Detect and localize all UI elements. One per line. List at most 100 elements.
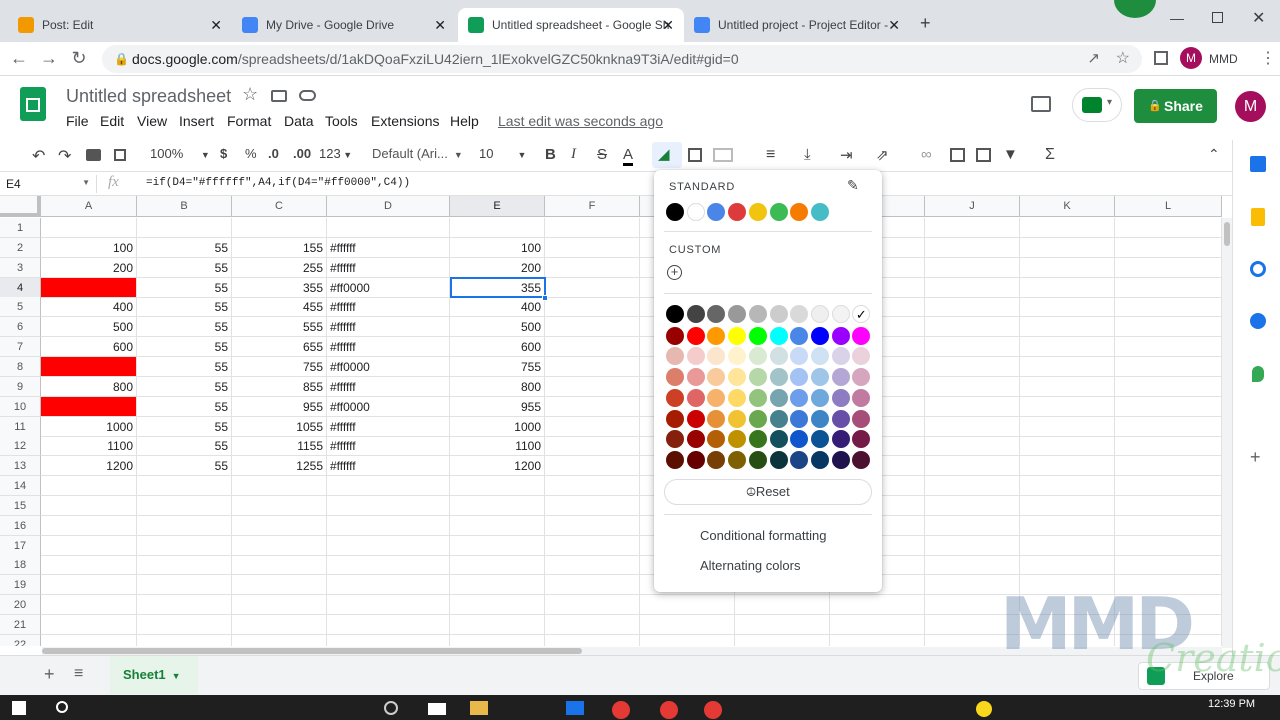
standard-color-swatch[interactable] xyxy=(790,203,809,221)
palette-color-swatch[interactable] xyxy=(769,450,788,469)
cell[interactable] xyxy=(137,575,232,596)
row-header[interactable]: 3 xyxy=(0,257,41,278)
cell[interactable] xyxy=(545,456,640,477)
minimize-icon[interactable]: — xyxy=(1170,10,1184,26)
cell[interactable]: 555 xyxy=(232,317,327,338)
cell[interactable] xyxy=(735,615,830,635)
palette-color-swatch[interactable] xyxy=(831,368,850,387)
cell[interactable]: 1100 xyxy=(450,436,545,457)
cell[interactable] xyxy=(545,615,640,635)
cell[interactable] xyxy=(327,615,450,635)
cell[interactable] xyxy=(545,277,640,298)
menu-data[interactable]: Data xyxy=(284,113,314,129)
cell[interactable] xyxy=(1115,476,1222,497)
spreadsheet-grid[interactable]: ABCDEFGHIJKL1210055155#ffffff10032005525… xyxy=(0,196,1222,646)
palette-color-swatch[interactable] xyxy=(852,326,871,345)
cell[interactable] xyxy=(41,595,137,616)
palette-color-swatch[interactable] xyxy=(748,450,767,469)
cell[interactable] xyxy=(545,257,640,278)
filter-icon[interactable]: ▼ xyxy=(1003,146,1018,163)
palette-color-swatch[interactable] xyxy=(686,450,705,469)
cell[interactable]: 100 xyxy=(41,237,137,258)
name-box[interactable]: E4 ▼ xyxy=(6,177,92,191)
column-header-k[interactable]: K xyxy=(1020,196,1115,217)
cell[interactable] xyxy=(925,436,1020,457)
cell[interactable] xyxy=(1115,456,1222,477)
comments-icon[interactable] xyxy=(1031,96,1051,112)
undo-icon[interactable]: ↶ xyxy=(32,146,45,166)
column-header-e[interactable]: E xyxy=(450,196,545,217)
insert-comment-icon[interactable] xyxy=(950,148,965,162)
cell[interactable] xyxy=(545,595,640,616)
strikethrough-button[interactable]: S xyxy=(597,146,607,163)
cell[interactable]: 355 xyxy=(450,277,545,298)
weather-icon[interactable] xyxy=(976,701,992,717)
cell[interactable] xyxy=(137,634,232,646)
palette-color-swatch[interactable] xyxy=(769,409,788,428)
windows-start-icon[interactable] xyxy=(12,701,26,715)
contacts-icon[interactable] xyxy=(1250,313,1266,329)
cell[interactable] xyxy=(1115,555,1222,576)
cell[interactable] xyxy=(450,595,545,616)
chrome-taskbar-icon-1[interactable] xyxy=(612,701,630,719)
cell[interactable] xyxy=(137,515,232,536)
palette-color-swatch[interactable] xyxy=(686,305,705,323)
palette-color-swatch[interactable] xyxy=(810,388,829,407)
palette-color-swatch[interactable] xyxy=(810,347,829,366)
taskbar-search-icon[interactable] xyxy=(56,701,68,713)
palette-color-swatch[interactable] xyxy=(728,305,747,323)
cell[interactable] xyxy=(545,575,640,596)
row-header[interactable]: 5 xyxy=(0,297,41,318)
palette-color-swatch[interactable] xyxy=(769,347,788,366)
cell[interactable] xyxy=(925,277,1020,298)
palette-color-swatch[interactable] xyxy=(707,305,726,323)
row-header[interactable]: 12 xyxy=(0,436,41,457)
cell[interactable]: 1000 xyxy=(41,416,137,437)
cell[interactable] xyxy=(232,515,327,536)
star-icon[interactable]: ☆ xyxy=(242,84,258,105)
row-header[interactable]: 6 xyxy=(0,317,41,338)
formula-input[interactable]: =if(D4="#ffffff",A4,if(D4="#ff0000",C4)) xyxy=(146,177,410,189)
cell[interactable]: 500 xyxy=(450,317,545,338)
palette-color-swatch[interactable] xyxy=(748,368,767,387)
palette-color-swatch[interactable] xyxy=(769,305,788,323)
cell[interactable] xyxy=(545,555,640,576)
palette-color-swatch[interactable] xyxy=(748,326,767,345)
insert-chart-icon[interactable] xyxy=(976,148,991,162)
palette-color-swatch[interactable] xyxy=(666,368,684,387)
cell[interactable]: 1255 xyxy=(232,456,327,477)
palette-color-swatch[interactable] xyxy=(810,409,829,428)
palette-color-swatch[interactable] xyxy=(748,305,767,323)
cell[interactable] xyxy=(1020,515,1115,536)
text-wrap-icon[interactable]: ⇥ xyxy=(840,146,853,164)
merge-cells-icon[interactable] xyxy=(713,148,733,162)
cell[interactable] xyxy=(830,615,925,635)
all-sheets-icon[interactable]: ≡ xyxy=(74,665,83,683)
cell[interactable]: 55 xyxy=(137,317,232,338)
cell[interactable]: #ffffff xyxy=(327,416,450,437)
row-header[interactable]: 22 xyxy=(0,634,41,646)
palette-color-swatch[interactable] xyxy=(852,347,871,366)
cell[interactable] xyxy=(925,535,1020,556)
palette-color-swatch[interactable] xyxy=(831,347,850,366)
cell[interactable] xyxy=(41,615,137,635)
palette-color-swatch[interactable] xyxy=(769,326,788,345)
palette-color-swatch[interactable] xyxy=(728,347,747,366)
cell[interactable] xyxy=(830,634,925,646)
sheets-logo-icon[interactable] xyxy=(20,87,46,121)
palette-color-swatch[interactable] xyxy=(666,347,684,366)
row-header[interactable]: 16 xyxy=(0,515,41,536)
bold-button[interactable]: B xyxy=(545,146,556,163)
select-all-corner[interactable] xyxy=(0,196,41,217)
cell[interactable]: 600 xyxy=(450,337,545,358)
cell[interactable] xyxy=(41,575,137,596)
text-color-button[interactable]: A xyxy=(623,146,634,166)
column-header-l[interactable]: L xyxy=(1115,196,1222,217)
share-button[interactable]: 🔒 Share xyxy=(1134,89,1217,123)
palette-color-swatch[interactable] xyxy=(831,388,850,407)
row-header[interactable]: 9 xyxy=(0,376,41,397)
cell[interactable] xyxy=(545,416,640,437)
row-header[interactable]: 11 xyxy=(0,416,41,437)
row-header[interactable]: 19 xyxy=(0,575,41,596)
menu-insert[interactable]: Insert xyxy=(179,113,214,129)
